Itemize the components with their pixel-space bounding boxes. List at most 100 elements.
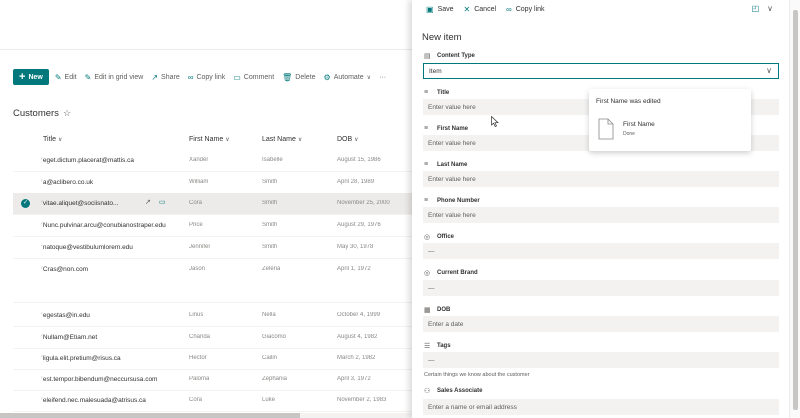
new-item-icon: ⁄: [41, 200, 42, 206]
notification-title: First Name was edited: [596, 98, 661, 105]
multi-choice-icon: ☰: [424, 343, 431, 350]
title-label: ≡ Title: [424, 89, 450, 96]
tags-label: ☰ Tags: [424, 343, 451, 350]
share-icon: ↗: [151, 72, 159, 82]
copy-link-button[interactable]: ∞ Copy link: [188, 73, 226, 82]
tags-input[interactable]: —: [423, 352, 779, 368]
new-item-icon: ⁄: [41, 157, 42, 163]
last-name-input[interactable]: Enter value here: [423, 171, 779, 187]
tags-description: Certain things we know about the custome…: [424, 372, 530, 378]
site-header: [0, 0, 412, 50]
plus-icon: +: [19, 70, 26, 83]
cancel-button[interactable]: ✕ Cancel: [464, 5, 497, 14]
notification-item-name: First Name: [623, 121, 655, 128]
more-button[interactable]: ···: [379, 74, 386, 81]
automate-icon: ⚙: [323, 72, 331, 82]
person-icon: ⚇: [424, 388, 431, 395]
chevron-down-icon: ∨: [225, 137, 230, 143]
office-label: ◎ Office: [424, 234, 455, 241]
horizontal-scrollbar[interactable]: [0, 413, 412, 418]
phone-number-input[interactable]: Enter value here: [423, 207, 779, 223]
choice-icon: ◎: [424, 234, 431, 241]
new-item-panel: ▣ Save ✕ Cancel ∞ Copy link ◰ ∨ New item ▤ Co…: [412, 0, 789, 418]
chevron-down-icon: ∨: [57, 137, 63, 143]
edit-grid-button[interactable]: ✎ Edit in grid view: [85, 73, 144, 82]
scrollbar-thumb[interactable]: [0, 413, 300, 418]
new-item-icon: ⁄: [41, 179, 42, 185]
new-item-icon: ⁄: [41, 355, 42, 361]
text-field-icon: ≡: [424, 125, 429, 132]
table-row[interactable]: ⁄eleifend.nec.malesuada@atrisus.ca Cora …: [13, 390, 412, 412]
star-icon[interactable]: ☆: [63, 108, 71, 118]
table-row[interactable]: ⁄a@aclibero.co.uk William Smith April 28…: [13, 172, 412, 194]
sales-associate-label: ⚇ Sales Associate: [424, 388, 483, 395]
first-name-label: ≡ First Name: [424, 125, 469, 132]
column-header-title[interactable]: Title ∨: [43, 136, 62, 143]
chevron-down-icon: ∨: [766, 66, 772, 75]
table-row[interactable]: ⁄Cras@non.com Jason Zeleria April 1, 197…: [13, 259, 412, 303]
column-header-dob[interactable]: DOB ∨: [337, 136, 359, 143]
command-bar: + New ✎ Edit ✎ Edit in grid view ↗ Share ∞ Co…: [13, 68, 394, 86]
table-row-selected[interactable]: ✓ ⁄vitae.aliquet@sociisnato... ↗ ▭ Cora S…: [13, 193, 412, 215]
share-icon[interactable]: ↗: [145, 199, 151, 206]
copy-link-button[interactable]: ∞ Copy link: [506, 5, 545, 14]
grid-pencil-icon: ✎: [84, 72, 92, 82]
dob-label: ▦ DOB: [424, 307, 451, 314]
chevron-down-icon[interactable]: ∨: [767, 4, 773, 13]
chevron-down-icon: ∨: [366, 74, 372, 81]
new-item-icon: ⁄: [41, 222, 42, 228]
calendar-icon: ▦: [424, 307, 431, 314]
trash-icon: 🗑: [282, 72, 293, 82]
table-row[interactable]: ⁄est.tempor.bibendum@neccursusa.com Palo…: [13, 369, 412, 391]
edit-form-icon[interactable]: ◰: [752, 4, 760, 13]
office-input[interactable]: —: [423, 243, 779, 259]
delete-button[interactable]: 🗑 Delete: [282, 73, 315, 82]
close-icon: ✕: [463, 4, 471, 14]
current-brand-input[interactable]: —: [423, 280, 779, 296]
edit-button[interactable]: ✎ Edit: [55, 73, 77, 82]
share-button[interactable]: ↗ Share: [151, 73, 179, 82]
list-view: + New ✎ Edit ✎ Edit in grid view ↗ Share ∞ Co…: [0, 0, 412, 418]
more-icon: ···: [379, 73, 387, 81]
checkmark-icon[interactable]: ✓: [21, 199, 30, 208]
automate-button[interactable]: ⚙ Automate ∨: [324, 73, 372, 82]
edit-notification: First Name was edited First Name Done: [589, 89, 751, 151]
save-button[interactable]: ▣ Save: [426, 5, 454, 14]
new-item-icon: ⁄: [41, 376, 42, 382]
save-icon: ▣: [426, 4, 434, 14]
current-brand-label: ◎ Current Brand: [424, 270, 478, 277]
mouse-cursor-icon: [491, 116, 499, 127]
dob-input[interactable]: Enter a date: [423, 316, 779, 332]
link-icon: ∞: [187, 72, 194, 82]
table-row[interactable]: ⁄natoque@vestibulumlorem.edu Jennifer Sm…: [13, 237, 412, 259]
new-button[interactable]: + New: [13, 69, 49, 85]
sales-associate-input[interactable]: Enter a name or email address: [423, 399, 779, 415]
new-item-icon: ⁄: [41, 266, 42, 272]
vertical-scrollbar[interactable]: [789, 0, 800, 418]
comment-icon[interactable]: ▭: [159, 199, 166, 206]
table-row[interactable]: ⁄egestas@in.edu Linus Nella October 4, 1…: [13, 305, 412, 327]
last-name-label: ≡ Last Name: [424, 161, 468, 168]
text-field-icon: ≡: [424, 161, 429, 168]
column-header-first-name[interactable]: First Name ∨: [189, 136, 230, 143]
list-title: Customers ☆: [13, 108, 72, 119]
notification-status: Done: [623, 131, 635, 137]
new-item-icon: ⁄: [41, 312, 42, 318]
text-field-icon: ≡: [424, 197, 429, 204]
scrollbar-thumb[interactable]: [793, 10, 798, 410]
new-item-icon: ⁄: [41, 244, 42, 250]
table-row[interactable]: ⁄eget.dictum.placerat@mattis.ca Xander I…: [13, 150, 412, 172]
content-type-label: ▤ Content Type: [424, 53, 475, 60]
text-field-icon: ≡: [424, 89, 429, 96]
table-row[interactable]: ⁄ligula.elit.pretium@risus.ca Hector Cai…: [13, 348, 412, 370]
comment-button[interactable]: ▭ Comment: [233, 73, 274, 82]
content-type-icon: ▤: [424, 53, 431, 60]
comment-icon: ▭: [233, 72, 241, 82]
table-row[interactable]: ⁄Nullam@Etiam.net Chanda Giacomo August …: [13, 327, 412, 349]
panel-title: New item: [422, 32, 462, 43]
choice-icon: ◎: [424, 270, 431, 277]
content-type-select[interactable]: Item ∨: [423, 63, 779, 79]
table-row[interactable]: ⁄Nunc.pulvinar.arcu@conubianostraper.edu…: [13, 215, 412, 237]
chevron-down-icon: ∨: [354, 137, 359, 143]
column-header-last-name[interactable]: Last Name ∨: [262, 136, 302, 143]
